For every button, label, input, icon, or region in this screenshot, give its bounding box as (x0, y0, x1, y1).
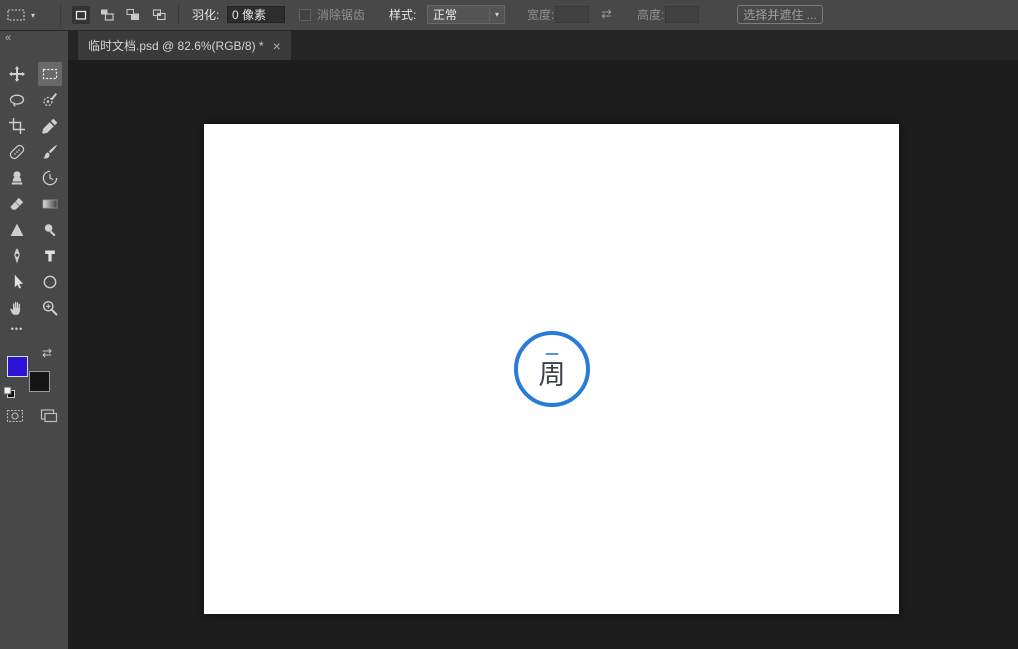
move-tool[interactable] (5, 62, 29, 86)
path-selection-tool[interactable] (5, 270, 29, 294)
crop-icon (9, 118, 25, 134)
intersect-selection-button[interactable] (150, 6, 168, 24)
style-select[interactable]: 正常 ▾ (427, 5, 505, 24)
add-selection-icon (101, 9, 114, 21)
chevron-down-icon: ▾ (488, 8, 499, 21)
dodge-icon (44, 224, 56, 237)
quick-selection-tool[interactable] (38, 88, 62, 112)
gradient-icon (42, 199, 58, 209)
document-tab-title: 临时文档.psd @ 82.6%(RGB/8) * (88, 39, 264, 53)
background-color-swatch[interactable] (29, 371, 50, 392)
clone-stamp-icon (11, 171, 23, 185)
intersect-selection-icon (152, 9, 166, 21)
foreground-color-swatch[interactable] (7, 356, 28, 377)
rectangular-marquee-tool[interactable] (38, 62, 62, 86)
lasso-tool[interactable] (5, 88, 29, 112)
pen-icon (14, 248, 20, 264)
hand-icon (10, 301, 20, 315)
subtract-selection-button[interactable] (124, 6, 142, 24)
photoshop-window: ▾ 羽化: 0 像素 消除锯齿 样式: 正常 ▾ 宽度: ⇄ 高度: 选择并遮住… (0, 0, 1018, 649)
width-label: 宽度: (527, 8, 555, 22)
new-selection-button[interactable] (72, 6, 90, 24)
eraser-tool[interactable] (5, 192, 29, 216)
history-brush-icon (42, 170, 58, 186)
quick-mask-button[interactable] (6, 408, 24, 424)
brush-tool[interactable] (38, 140, 62, 164)
antialias-checkbox[interactable] (299, 9, 311, 21)
lasso-icon (9, 94, 25, 107)
marquee-preset-icon (7, 9, 25, 21)
logo-top-character: 一 (545, 346, 559, 362)
swap-colors-icon[interactable]: ⇄ (42, 346, 52, 360)
dodge-tool[interactable] (38, 218, 62, 242)
quick-mask-icon (6, 409, 24, 423)
tool-preset-picker[interactable]: ▾ (6, 4, 35, 26)
clone-stamp-tool[interactable] (5, 166, 29, 190)
chevron-down-icon: ▾ (31, 10, 36, 20)
spot-healing-tool[interactable] (5, 140, 29, 164)
document-tab-bar: 临时文档.psd @ 82.6%(RGB/8) * × (68, 31, 1018, 60)
spot-healing-icon (9, 144, 25, 160)
antialias-label: 消除锯齿 (317, 8, 366, 22)
path-selection-icon (14, 274, 24, 289)
zoom-tool[interactable] (38, 296, 62, 320)
eyedropper-icon (42, 118, 58, 134)
quick-selection-icon (43, 93, 57, 107)
brush-icon (43, 144, 58, 159)
crop-tool[interactable] (5, 114, 29, 138)
separator (60, 4, 61, 26)
options-bar: ▾ 羽化: 0 像素 消除锯齿 样式: 正常 ▾ 宽度: ⇄ 高度: 选择并遮住… (0, 0, 1018, 31)
hand-tool[interactable] (5, 296, 29, 320)
new-selection-icon (75, 10, 87, 20)
separator (178, 4, 179, 26)
zoom-icon (43, 301, 58, 316)
select-and-mask-button[interactable]: 选择并遮住 ... (737, 5, 823, 24)
type-icon (45, 250, 55, 262)
logo-bottom-character: 周 (538, 359, 566, 390)
close-icon[interactable]: × (273, 39, 281, 53)
height-label: 高度: (637, 8, 665, 22)
eraser-icon (10, 197, 24, 210)
screen-mode-button[interactable] (40, 408, 58, 424)
pen-tool[interactable] (5, 244, 29, 268)
feather-input[interactable] (227, 6, 285, 23)
subtract-selection-icon (126, 9, 139, 20)
logo-ring: 一 周 (514, 331, 590, 407)
rectangular-marquee-icon (42, 68, 58, 80)
tools-panel: « ••• ⇄ (0, 31, 68, 649)
type-tool[interactable] (38, 244, 62, 268)
history-brush-tool[interactable] (38, 166, 62, 190)
gradient-tool[interactable] (38, 192, 62, 216)
style-label: 样式: (389, 8, 417, 22)
ellipse-tool[interactable] (38, 270, 62, 294)
feather-label: 羽化: (192, 8, 220, 22)
sharpen-tool[interactable] (5, 218, 29, 242)
screen-mode-icon (40, 409, 58, 423)
collapse-panel-icon[interactable]: « (5, 33, 11, 44)
move-icon (9, 66, 25, 82)
sharpen-icon (10, 223, 24, 236)
height-input[interactable] (665, 6, 699, 23)
swap-dimensions-icon[interactable]: ⇄ (601, 7, 612, 21)
edit-toolbar-button[interactable]: ••• (5, 322, 29, 336)
default-colors-icon[interactable] (3, 386, 16, 399)
style-value: 正常 (433, 8, 458, 22)
width-input[interactable] (555, 6, 589, 23)
eyedropper-tool[interactable] (38, 114, 62, 138)
add-selection-button[interactable] (98, 6, 116, 24)
document-tab[interactable]: 临时文档.psd @ 82.6%(RGB/8) * × (78, 31, 291, 60)
ellipse-icon (43, 275, 57, 289)
